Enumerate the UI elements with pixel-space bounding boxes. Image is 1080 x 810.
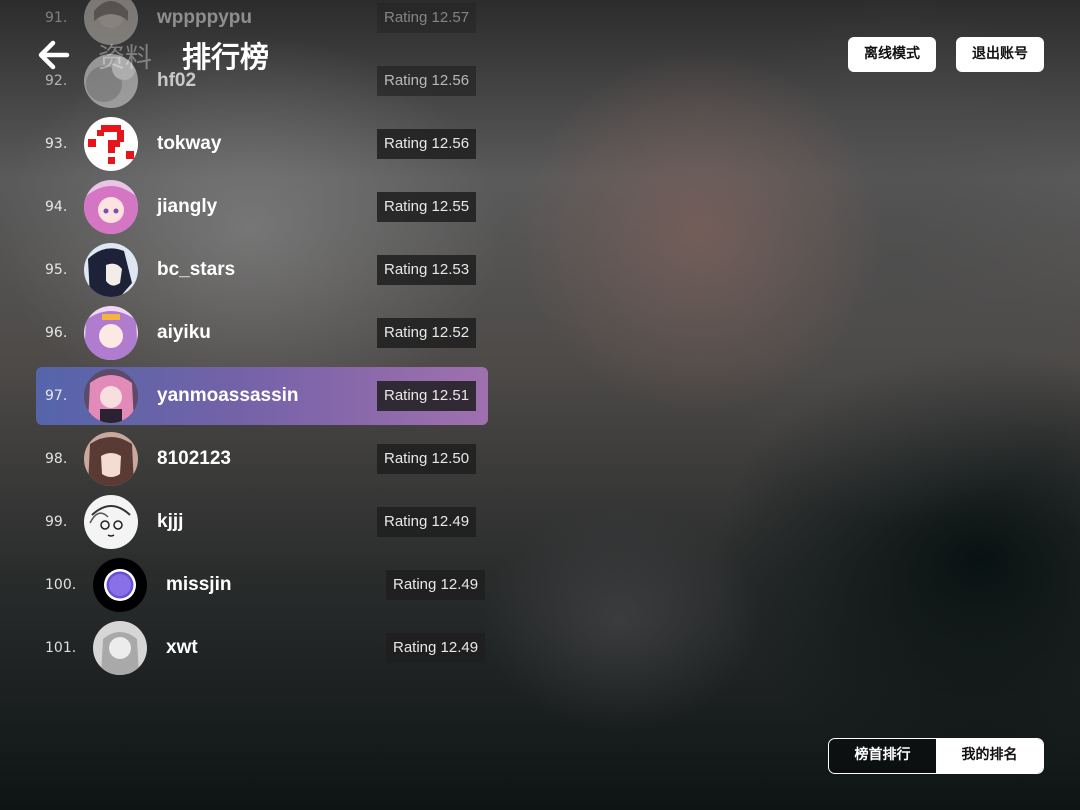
rank-number: 95. [45, 262, 68, 278]
username: 8102123 [157, 448, 231, 469]
rank-number: 99. [45, 514, 68, 530]
leaderboard-row[interactable]: 95. bc_stars Rating 12.53 [36, 241, 488, 299]
username: aiyiku [157, 322, 211, 343]
user-avatar [84, 180, 138, 234]
rating-badge: Rating 12.53 [377, 255, 477, 285]
rank-number: 100. [45, 577, 77, 593]
leaderboard-row-current-user[interactable]: 97. yanmoassassin Rating 12.51 [36, 367, 488, 425]
leaderboard-row[interactable]: 98. 8102123 Rating 12.50 [36, 430, 488, 488]
rating-badge: Rating 12.49 [377, 507, 477, 537]
leaderboard-row[interactable]: 101. xwt Rating 12.49 [36, 619, 488, 677]
leaderboard-row[interactable]: 96. aiyiku Rating 12.52 [36, 304, 488, 362]
username: tokway [157, 133, 222, 154]
rating-badge: Rating 12.51 [377, 381, 477, 411]
user-avatar [84, 306, 138, 360]
username: kjjj [157, 511, 184, 532]
rank-number: 93. [45, 136, 68, 152]
username: xwt [166, 637, 198, 658]
rating-badge: Rating 12.49 [386, 633, 486, 663]
logout-button[interactable]: 退出账号 [956, 37, 1044, 72]
user-avatar [84, 369, 138, 423]
user-avatar [93, 621, 147, 675]
rank-number: 94. [45, 199, 68, 215]
ranking-mode-toggle[interactable]: 榜首排行 我的排名 [828, 738, 1044, 774]
rating-badge: Rating 12.49 [386, 570, 486, 600]
rating-badge: Rating 12.56 [377, 66, 477, 96]
my-rank-tab[interactable]: 我的排名 [936, 739, 1043, 773]
leaderboard-row[interactable]: 100. missjin Rating 12.49 [36, 556, 488, 614]
rank-number: 98. [45, 451, 68, 467]
rating-badge: Rating 12.50 [377, 444, 477, 474]
rating-badge: Rating 12.55 [377, 192, 477, 222]
offline-mode-button[interactable]: 离线模式 [848, 37, 936, 72]
rating-badge: Rating 12.57 [377, 3, 477, 33]
top-rank-tab[interactable]: 榜首排行 [829, 739, 936, 773]
page-title: 排行榜 [182, 40, 270, 74]
user-avatar [84, 243, 138, 297]
user-avatar [84, 117, 138, 171]
leaderboard-row[interactable]: 94. jiangly Rating 12.55 [36, 178, 488, 236]
arrow-left-icon [38, 40, 70, 70]
rank-number: 96. [45, 325, 68, 341]
user-avatar [84, 495, 138, 549]
username: missjin [166, 574, 232, 595]
username: jiangly [157, 196, 218, 217]
rank-number: 101. [45, 640, 77, 656]
user-avatar [93, 558, 147, 612]
back-button[interactable] [36, 38, 72, 72]
rating-badge: Rating 12.56 [377, 129, 477, 159]
username: bc_stars [157, 259, 236, 280]
user-avatar [84, 432, 138, 486]
leaderboard-row[interactable]: 93. tokway Rating 12.56 [36, 115, 488, 173]
rank-number: 97. [45, 388, 68, 404]
leaderboard-list[interactable]: 91. wppppypu Rating 12.57 92. hf02 Ratin… [0, 0, 520, 810]
leaderboard-row[interactable]: 99. kjjj Rating 12.49 [36, 493, 488, 551]
rating-badge: Rating 12.52 [377, 318, 477, 348]
tab-profile[interactable]: 资料 [98, 36, 152, 75]
username: yanmoassassin [157, 385, 299, 406]
